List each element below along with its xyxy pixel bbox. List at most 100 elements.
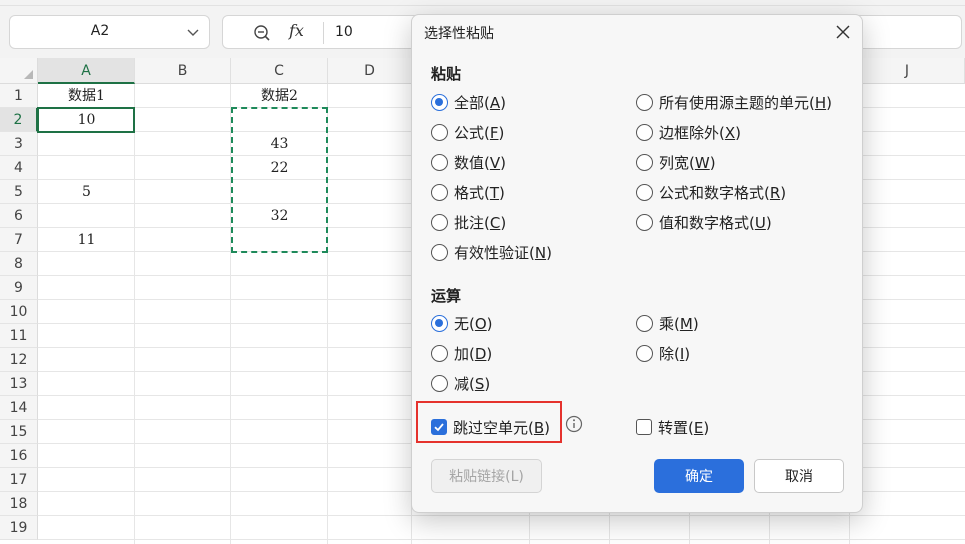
cancel-button[interactable]: 取消 bbox=[754, 459, 844, 493]
operation-option[interactable]: 减(S) bbox=[431, 371, 490, 395]
row-header[interactable]: 7 bbox=[0, 228, 38, 252]
option-label: 除(I) bbox=[659, 344, 691, 363]
cell-a1[interactable]: 数据1 bbox=[38, 84, 135, 108]
cell-a5[interactable]: 5 bbox=[38, 180, 135, 204]
radio-button[interactable] bbox=[636, 344, 653, 362]
radio-button[interactable] bbox=[636, 123, 653, 141]
column-header[interactable]: A bbox=[38, 58, 135, 84]
grid-column-line bbox=[134, 84, 135, 544]
row-header[interactable]: 1 bbox=[0, 84, 38, 108]
radio-button[interactable] bbox=[431, 344, 448, 362]
row-header[interactable]: 9 bbox=[0, 276, 38, 300]
select-all-icon bbox=[24, 70, 33, 79]
function-icon[interactable]: fx bbox=[289, 21, 304, 40]
row-header[interactable]: 11 bbox=[0, 324, 38, 348]
option-label: 公式(F) bbox=[454, 123, 505, 142]
zoom-icon[interactable] bbox=[253, 24, 271, 42]
check-icon bbox=[434, 423, 444, 432]
column-header[interactable]: B bbox=[135, 58, 231, 84]
column-header[interactable]: J bbox=[850, 58, 965, 84]
paste-section-heading: 粘贴 bbox=[431, 65, 462, 83]
checkbox[interactable] bbox=[431, 419, 447, 435]
option-label: 所有使用源主题的单元(H) bbox=[659, 93, 832, 112]
row-header[interactable]: 10 bbox=[0, 300, 38, 324]
ok-button[interactable]: 确定 bbox=[654, 459, 744, 493]
radio-button[interactable] bbox=[636, 183, 653, 201]
name-box[interactable]: A2 bbox=[9, 15, 210, 49]
paste-option[interactable]: 格式(T) bbox=[431, 180, 505, 204]
row-header[interactable]: 14 bbox=[0, 396, 38, 420]
row-header[interactable]: 3 bbox=[0, 132, 38, 156]
radio-button[interactable] bbox=[636, 213, 653, 231]
paste-option[interactable]: 所有使用源主题的单元(H) bbox=[636, 90, 832, 114]
cell-c1[interactable]: 数据2 bbox=[231, 84, 328, 108]
paste-special-dialog: 选择性粘贴 粘贴 运算 粘贴链接(L) 确定 取消 全部(A) 公式(F) 数值(V… bbox=[411, 14, 863, 513]
paste-option[interactable]: 批注(C) bbox=[431, 210, 506, 234]
grid-row-line bbox=[38, 515, 965, 516]
radio-button[interactable] bbox=[431, 213, 448, 231]
cell-a7[interactable]: 11 bbox=[38, 228, 135, 252]
option-label: 批注(C) bbox=[454, 213, 507, 232]
row-header[interactable]: 2 bbox=[0, 108, 38, 132]
row-header[interactable]: 17 bbox=[0, 468, 38, 492]
formula-divider bbox=[323, 22, 324, 44]
paste-option[interactable]: 公式和数字格式(R) bbox=[636, 180, 786, 204]
radio-button[interactable] bbox=[431, 123, 448, 141]
radio-button[interactable] bbox=[431, 314, 448, 332]
row-header[interactable]: 15 bbox=[0, 420, 38, 444]
operation-option[interactable]: 加(D) bbox=[431, 341, 492, 365]
paste-option[interactable]: 全部(A) bbox=[431, 90, 506, 114]
row-header[interactable]: 19 bbox=[0, 516, 38, 540]
row-header[interactable]: 16 bbox=[0, 444, 38, 468]
info-icon[interactable] bbox=[565, 415, 583, 433]
radio-button[interactable] bbox=[431, 374, 448, 392]
column-header[interactable]: D bbox=[328, 58, 412, 84]
operation-option[interactable]: 乘(M) bbox=[636, 311, 699, 335]
row-header[interactable]: 8 bbox=[0, 252, 38, 276]
option-label: 数值(V) bbox=[454, 153, 506, 172]
option-label: 乘(M) bbox=[659, 314, 699, 333]
paste-option[interactable]: 值和数字格式(U) bbox=[636, 210, 772, 234]
row-header[interactable]: 18 bbox=[0, 492, 38, 516]
row-header[interactable]: 4 bbox=[0, 156, 38, 180]
radio-button[interactable] bbox=[636, 93, 653, 111]
active-cell-border bbox=[37, 107, 135, 133]
grid-row-line bbox=[38, 539, 965, 540]
paste-option[interactable]: 数值(V) bbox=[431, 150, 506, 174]
radio-button[interactable] bbox=[636, 314, 653, 332]
option-label: 列宽(W) bbox=[659, 153, 716, 172]
option-label: 跳过空单元(B) bbox=[453, 418, 551, 437]
copy-range-marquee bbox=[231, 107, 328, 253]
transpose-checkbox[interactable]: 转置(E) bbox=[636, 415, 709, 439]
row-header[interactable]: 5 bbox=[0, 180, 38, 204]
formula-value[interactable]: 10 bbox=[335, 24, 353, 40]
paste-option[interactable]: 边框除外(X) bbox=[636, 120, 741, 144]
dialog-title: 选择性粘贴 bbox=[424, 26, 494, 42]
skip-blanks-checkbox[interactable]: 跳过空单元(B) bbox=[431, 415, 550, 439]
close-icon[interactable] bbox=[834, 23, 852, 41]
checkbox[interactable] bbox=[636, 419, 652, 435]
radio-button[interactable] bbox=[431, 153, 448, 171]
paste-link-button[interactable]: 粘贴链接(L) bbox=[431, 459, 542, 493]
paste-option[interactable]: 公式(F) bbox=[431, 120, 504, 144]
radio-button[interactable] bbox=[431, 93, 448, 111]
option-label: 值和数字格式(U) bbox=[659, 213, 772, 232]
option-label: 有效性验证(N) bbox=[454, 243, 552, 262]
paste-option[interactable]: 有效性验证(N) bbox=[431, 240, 552, 264]
row-header[interactable]: 13 bbox=[0, 372, 38, 396]
select-all-corner[interactable] bbox=[0, 58, 38, 84]
operation-option[interactable]: 除(I) bbox=[636, 341, 690, 365]
chevron-down-icon[interactable] bbox=[187, 27, 199, 37]
radio-button[interactable] bbox=[431, 243, 448, 261]
option-label: 边框除外(X) bbox=[659, 123, 741, 142]
option-label: 加(D) bbox=[454, 344, 493, 363]
option-label: 转置(E) bbox=[658, 418, 710, 437]
radio-button[interactable] bbox=[636, 153, 653, 171]
radio-button[interactable] bbox=[431, 183, 448, 201]
row-header[interactable]: 6 bbox=[0, 204, 38, 228]
column-header[interactable]: C bbox=[231, 58, 328, 84]
paste-option[interactable]: 列宽(W) bbox=[636, 150, 716, 174]
option-label: 公式和数字格式(R) bbox=[659, 183, 787, 202]
operation-option[interactable]: 无(O) bbox=[431, 311, 493, 335]
row-header[interactable]: 12 bbox=[0, 348, 38, 372]
